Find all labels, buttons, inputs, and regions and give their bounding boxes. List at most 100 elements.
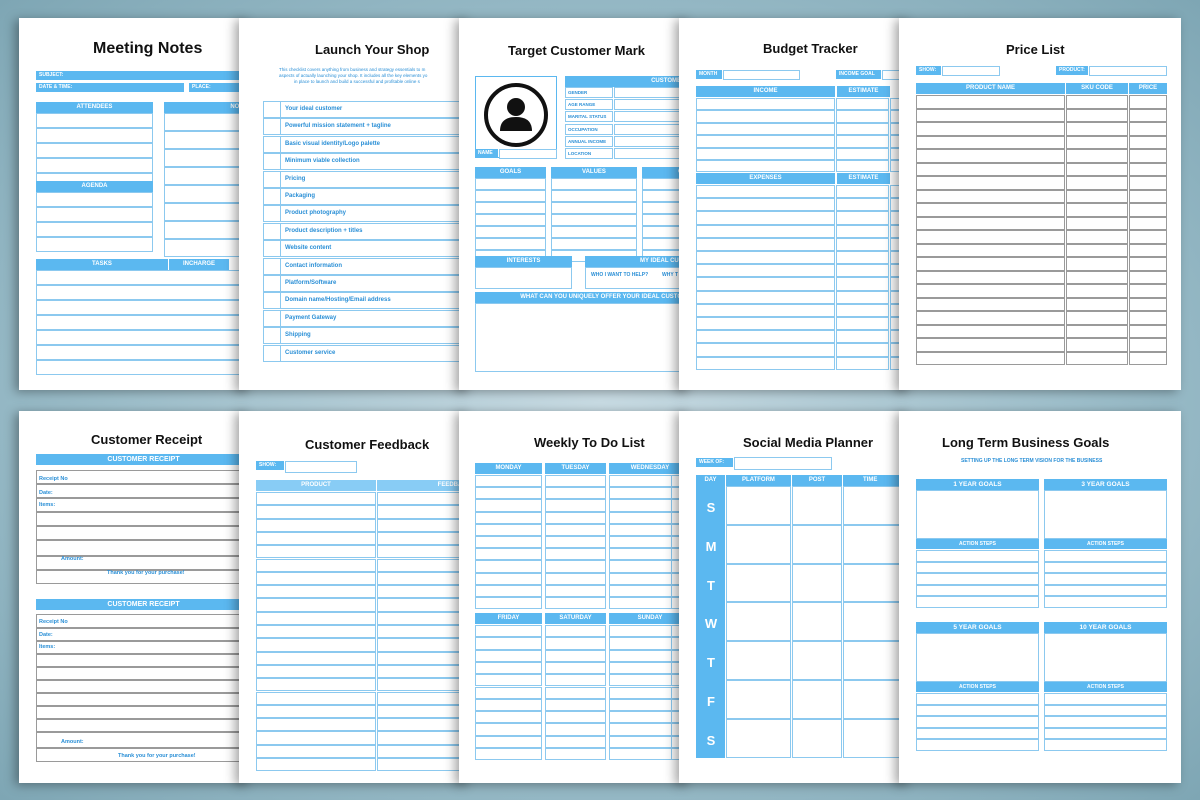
grid-cell[interactable] [1044, 584, 1167, 596]
grid-cell[interactable] [377, 531, 471, 546]
grid-cell[interactable] [377, 718, 471, 732]
checklist-item[interactable]: Packaging [263, 188, 471, 205]
grid-cell[interactable] [1066, 189, 1128, 203]
grid-cell[interactable] [836, 198, 889, 212]
grid-cell[interactable] [1129, 338, 1167, 352]
checkbox[interactable] [264, 171, 281, 187]
grid-cell[interactable] [916, 704, 1039, 716]
checkbox[interactable] [264, 223, 281, 239]
grid-cell[interactable] [1129, 135, 1167, 149]
grid-cell[interactable] [1066, 270, 1128, 284]
grid-cell[interactable] [256, 492, 376, 506]
grid-cell[interactable] [836, 122, 889, 136]
goal-box-y1[interactable] [916, 490, 1039, 539]
grid-cell[interactable] [916, 596, 1039, 608]
grid-cell[interactable] [1066, 122, 1128, 136]
grid-cell[interactable] [836, 277, 889, 291]
grid-cell[interactable] [475, 511, 542, 524]
grid-cell[interactable] [377, 492, 471, 506]
grid-cell[interactable] [377, 518, 471, 532]
product-input[interactable] [1089, 66, 1167, 76]
grid-cell[interactable] [836, 147, 889, 160]
grid-cell[interactable] [696, 264, 835, 278]
grid-cell[interactable] [836, 185, 889, 199]
grid-cell[interactable] [726, 718, 791, 758]
grid-cell[interactable] [1066, 351, 1128, 365]
grid-cell[interactable] [916, 351, 1065, 365]
notes-rows[interactable] [164, 113, 251, 257]
grid-cell[interactable] [696, 237, 835, 251]
grid-cell[interactable] [256, 625, 376, 639]
grid-cell[interactable] [256, 585, 376, 599]
grid-cell[interactable] [792, 563, 842, 603]
grid-cell[interactable] [696, 160, 835, 173]
grid-cell[interactable] [1044, 550, 1167, 562]
grid-cell[interactable] [1066, 284, 1128, 298]
grid-cell[interactable] [377, 558, 471, 572]
grid-cell[interactable] [256, 611, 376, 625]
grid-cell[interactable] [916, 122, 1065, 136]
grid-cell[interactable] [916, 108, 1065, 122]
grid-cell[interactable] [475, 674, 542, 687]
grid-cell[interactable] [1129, 189, 1167, 203]
grid-cell[interactable] [475, 584, 542, 597]
grid-cell[interactable] [1044, 704, 1167, 716]
checklist-item[interactable]: Product description + titles [263, 222, 471, 240]
checkbox[interactable] [264, 136, 281, 152]
grid-cell[interactable] [1129, 216, 1167, 230]
checkbox[interactable] [264, 310, 281, 326]
week-of-input[interactable] [734, 457, 832, 470]
grid-cell[interactable] [916, 311, 1065, 325]
grid-cell[interactable] [1066, 311, 1128, 325]
grid-cell[interactable] [545, 560, 606, 573]
grid-cell[interactable] [475, 523, 542, 536]
grid-cell[interactable] [1066, 324, 1128, 338]
grid-cell[interactable] [726, 641, 791, 680]
grid-cell[interactable] [256, 664, 376, 679]
grid-cell[interactable] [256, 598, 376, 612]
grid-cell[interactable] [475, 536, 542, 549]
grid-cell[interactable] [256, 571, 376, 586]
grid-cell[interactable] [836, 303, 889, 317]
grid-cell[interactable] [377, 691, 471, 705]
grid-cell[interactable] [836, 251, 889, 265]
grid-cell[interactable] [916, 727, 1039, 739]
grid-cell[interactable] [1044, 596, 1167, 608]
grid-cell[interactable] [475, 698, 542, 712]
grid-cell[interactable] [377, 611, 471, 625]
checkbox[interactable] [264, 154, 281, 170]
checklist-item[interactable]: Customer service [263, 344, 471, 362]
offer-box[interactable] [475, 303, 691, 372]
grid-cell[interactable] [836, 98, 889, 111]
checklist-item[interactable]: Website content [263, 240, 471, 258]
grid-cell[interactable] [545, 584, 606, 597]
grid-cell[interactable] [916, 149, 1065, 163]
grid-cell[interactable] [1066, 230, 1128, 244]
grid-cell[interactable] [916, 203, 1065, 217]
grid-cell[interactable] [377, 651, 471, 665]
grid-cell[interactable] [256, 744, 376, 758]
grid-cell[interactable] [696, 277, 835, 291]
grid-cell[interactable] [1066, 135, 1128, 149]
grid-cell[interactable] [545, 523, 606, 536]
checkbox[interactable] [264, 293, 281, 309]
grid-cell[interactable] [916, 135, 1065, 149]
grid-cell[interactable] [836, 224, 889, 238]
grid-cell[interactable] [377, 571, 471, 586]
grid-cell[interactable] [916, 230, 1065, 244]
grid-cell[interactable] [1129, 230, 1167, 244]
goal-box-y10[interactable] [1044, 633, 1167, 682]
grid-cell[interactable] [916, 284, 1065, 298]
grid-cell[interactable] [545, 674, 606, 687]
values-rows[interactable] [551, 178, 637, 262]
grid-cell[interactable] [916, 716, 1039, 728]
grid-cell[interactable] [1066, 176, 1128, 190]
grid-cell[interactable] [1066, 203, 1128, 217]
grid-cell[interactable] [475, 597, 542, 610]
grid-cell[interactable] [1129, 351, 1167, 365]
checklist-item[interactable]: Platform/Software [263, 275, 471, 292]
grid-cell[interactable] [792, 641, 842, 680]
grid-cell[interactable] [545, 698, 606, 712]
grid-cell[interactable] [696, 185, 835, 199]
grid-cell[interactable] [475, 637, 542, 650]
